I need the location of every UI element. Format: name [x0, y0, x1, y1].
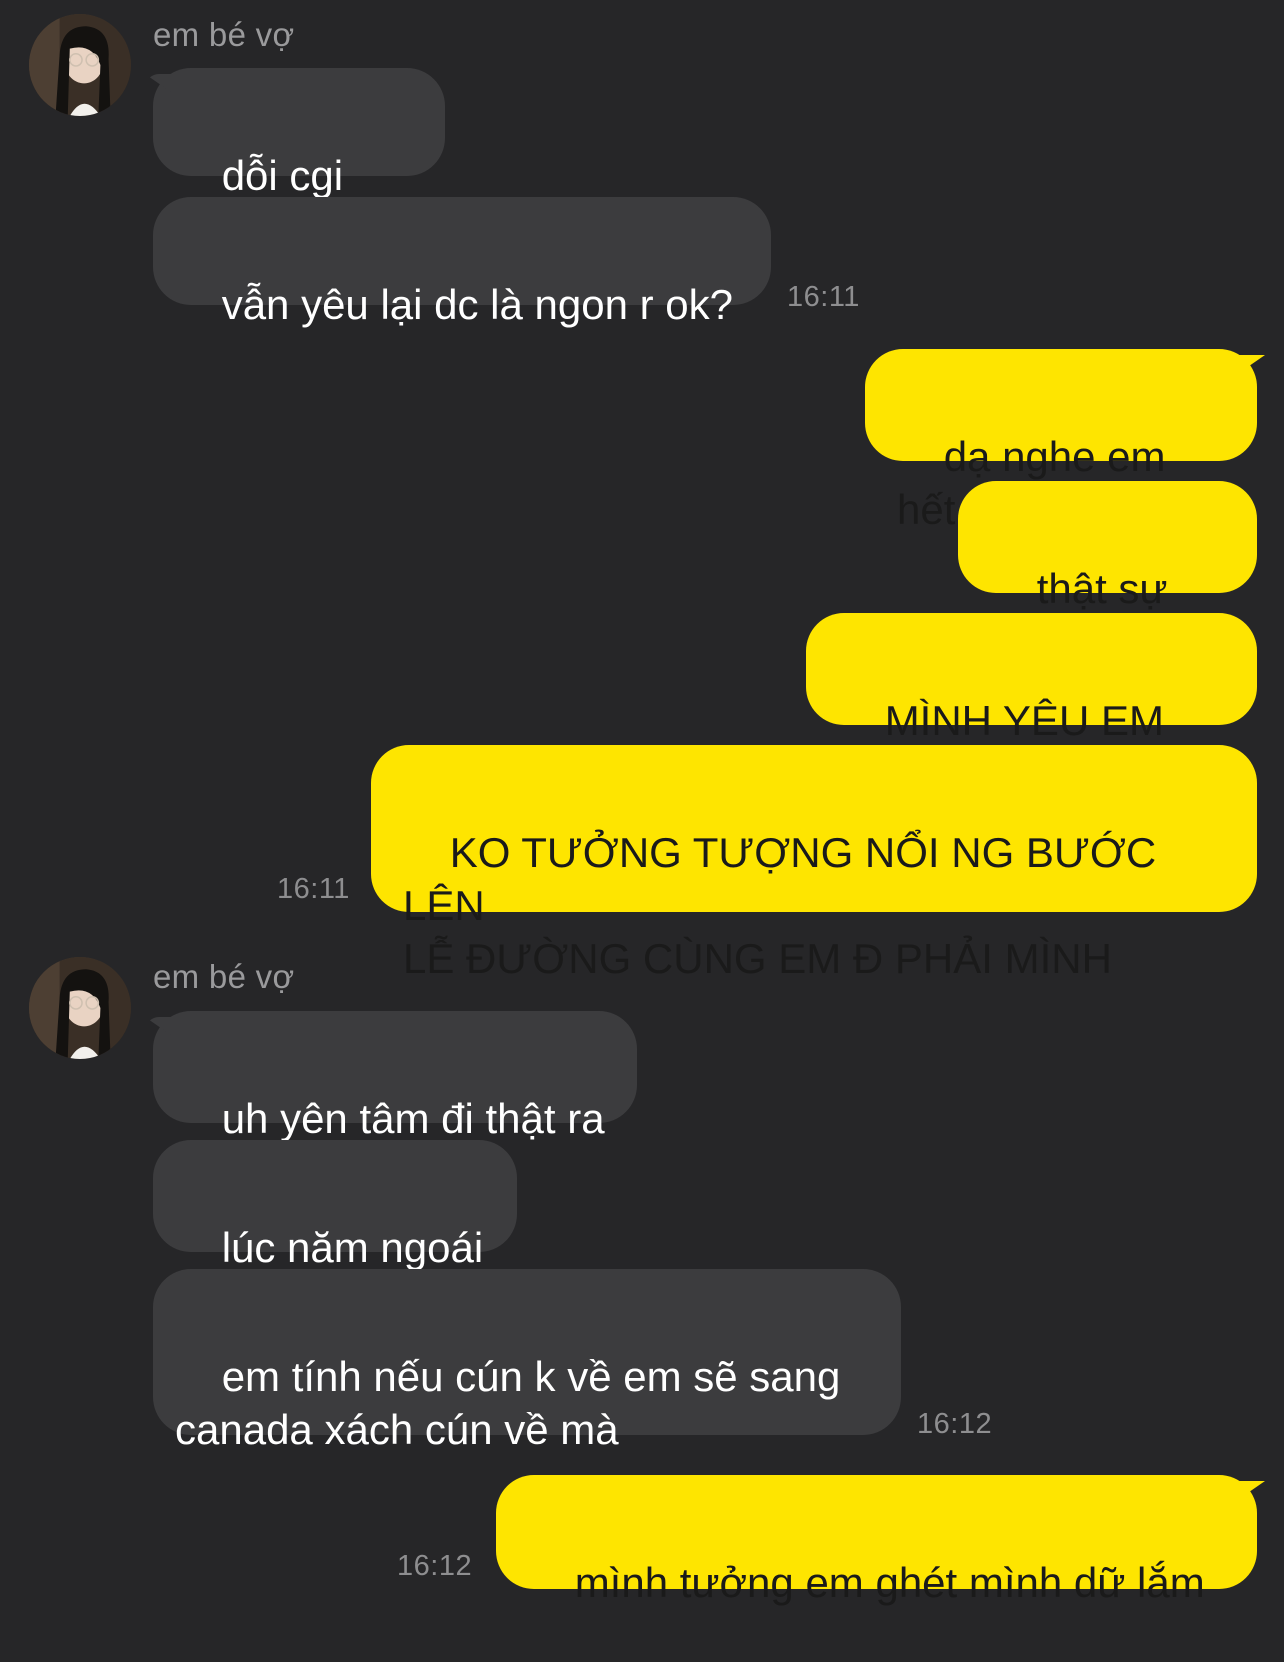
message-text: mình tưởng em ghét mình dữ lắm [574, 1559, 1205, 1606]
message-timestamp: 16:12 [917, 1408, 993, 1440]
sender-name: em bé vợ [153, 16, 295, 53]
message-timestamp: 16:12 [397, 1550, 473, 1582]
message-text: vẫn yêu lại dc là ngon r ok? [221, 281, 734, 328]
incoming-message[interactable]: dỗi cgi =)))) [153, 68, 445, 252]
incoming-message[interactable]: lúc năm ngoái í [153, 1140, 517, 1324]
message-text: em tính nếu cún k về em sẽ sang canada x… [175, 1353, 841, 1453]
incoming-message[interactable]: em tính nếu cún k về em sẽ sang canada x… [153, 1269, 901, 1453]
incoming-message[interactable]: vẫn yêu lại dc là ngon r ok? [153, 197, 771, 328]
message-text: KO TƯỞNG TƯỢNG NỔI NG BƯỚC LÊN LỄ ĐƯỜNG … [403, 829, 1157, 982]
incoming-message[interactable]: uh yên tâm đi thật ra [153, 1011, 637, 1142]
chat-thread[interactable]: em bé vợ dỗi cgi =)))) vẫn yêu lại dc là… [0, 0, 1284, 1616]
outgoing-message[interactable]: mình tưởng em ghét mình dữ lắm [496, 1475, 1257, 1606]
sender-name: em bé vợ [153, 958, 295, 995]
outgoing-message[interactable]: thật sự đấy [958, 481, 1257, 665]
outgoing-message[interactable]: dạ nghe em hết [865, 349, 1257, 533]
outgoing-message[interactable]: KO TƯỞNG TƯỢNG NỔI NG BƯỚC LÊN LỄ ĐƯỜNG … [371, 745, 1257, 982]
message-timestamp: 16:11 [277, 873, 350, 905]
message-text: uh yên tâm đi thật ra [221, 1095, 605, 1142]
profile-photo-icon [29, 957, 131, 1059]
outgoing-message[interactable]: MÌNH YÊU EM VL Í [806, 613, 1257, 797]
contact-avatar[interactable] [29, 957, 131, 1059]
profile-photo-icon [29, 14, 131, 116]
contact-avatar[interactable] [29, 14, 131, 116]
message-timestamp: 16:11 [787, 281, 860, 313]
